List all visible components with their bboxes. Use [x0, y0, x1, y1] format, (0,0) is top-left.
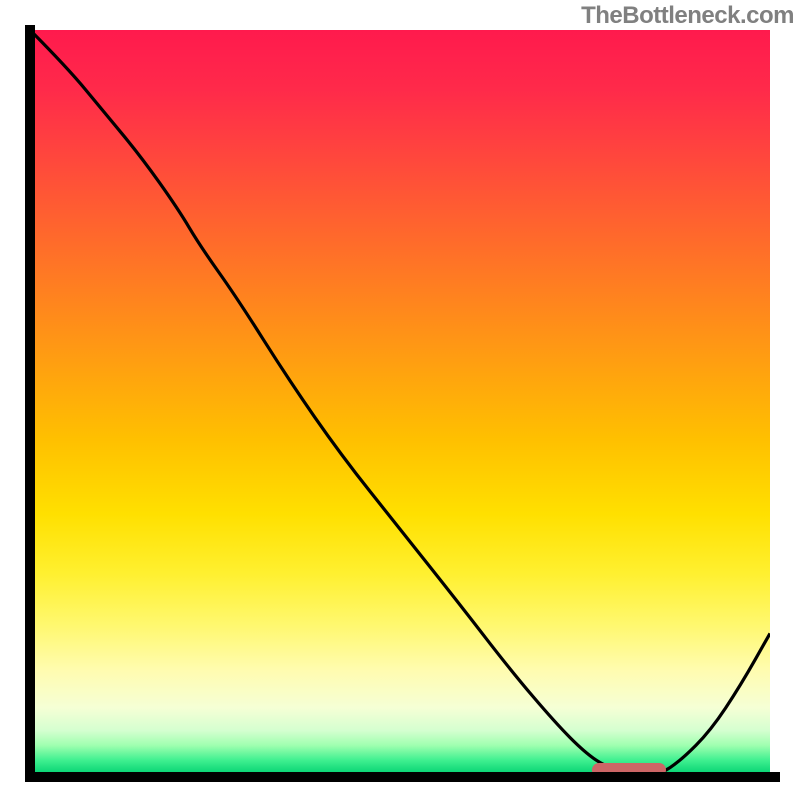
plot-gradient-area: [30, 30, 770, 775]
x-axis: [25, 772, 780, 782]
watermark-text: TheBottleneck.com: [581, 2, 794, 30]
bottleneck-chart: TheBottleneck.com: [0, 0, 800, 800]
y-axis: [25, 25, 35, 782]
